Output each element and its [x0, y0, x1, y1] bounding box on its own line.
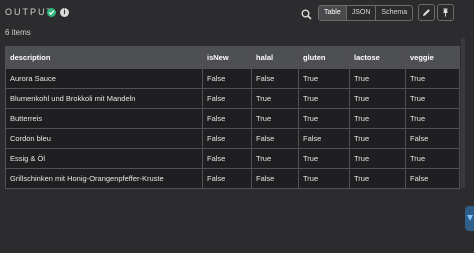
panel-drag-handle[interactable]	[465, 206, 474, 231]
cell-veggie: False	[405, 168, 460, 189]
cell-lactose: True	[349, 108, 406, 129]
info-icon[interactable]: i	[60, 8, 69, 17]
cell-halal: True	[251, 148, 299, 169]
cell-veggie: False	[405, 128, 460, 149]
cell-veggie: True	[405, 68, 460, 89]
table-row: Grillschinken mit Honig-Orangenpfeffer-K…	[5, 168, 460, 189]
cell-description: Butterreis	[5, 108, 203, 129]
cell-gluten: True	[298, 88, 350, 109]
cell-description: Aurora Sauce	[5, 68, 203, 89]
table-row: Aurora Sauce False False True True True	[5, 68, 460, 89]
output-table: description isNew halal gluten lactose v…	[5, 46, 460, 189]
tab-schema[interactable]: Schema	[375, 6, 412, 20]
column-header-description[interactable]: description	[5, 46, 203, 69]
cell-gluten: True	[298, 108, 350, 129]
column-header-lactose[interactable]: lactose	[349, 46, 406, 69]
cell-lactose: True	[349, 128, 406, 149]
cell-gluten: True	[298, 168, 350, 189]
cell-description: Blumenkohl und Brokkoli mit Mandeln	[5, 88, 203, 109]
cell-lactose: True	[349, 168, 406, 189]
edit-button[interactable]	[418, 4, 435, 21]
table-header-row: description isNew halal gluten lactose v…	[5, 46, 460, 69]
tab-json[interactable]: JSON	[345, 6, 376, 20]
cell-description: Essig & Öl	[5, 148, 203, 169]
cell-lactose: True	[349, 148, 406, 169]
cell-lactose: True	[349, 68, 406, 89]
cell-isnew: False	[202, 148, 252, 169]
view-mode-toggle: Table JSON Schema	[318, 5, 414, 21]
arrow-down-icon	[467, 215, 473, 221]
pin-icon	[443, 8, 448, 17]
cell-halal: False	[251, 168, 299, 189]
cell-isnew: False	[202, 68, 252, 89]
table-row: Blumenkohl und Brokkoli mit Mandeln Fals…	[5, 88, 460, 109]
cell-gluten: True	[298, 68, 350, 89]
cell-gluten: True	[298, 148, 350, 169]
table-row: Cordon bleu False False False True False	[5, 128, 460, 149]
cell-isnew: False	[202, 168, 252, 189]
column-header-veggie[interactable]: veggie	[405, 46, 460, 69]
cell-veggie: True	[405, 148, 460, 169]
cell-lactose: True	[349, 88, 406, 109]
check-circle-icon	[47, 8, 56, 17]
table-row: Essig & Öl False True True True True	[5, 148, 460, 169]
cell-isnew: False	[202, 128, 252, 149]
column-header-halal[interactable]: halal	[251, 46, 299, 69]
cell-description: Grillschinken mit Honig-Orangenpfeffer-K…	[5, 168, 203, 189]
cell-halal: True	[251, 88, 299, 109]
tab-table[interactable]: Table	[319, 6, 346, 20]
search-icon[interactable]	[301, 7, 312, 20]
cell-gluten: False	[298, 128, 350, 149]
cell-halal: False	[251, 128, 299, 149]
vertical-scrollbar[interactable]	[461, 38, 465, 188]
column-header-gluten[interactable]: gluten	[298, 46, 350, 69]
column-header-isnew[interactable]: isNew	[202, 46, 252, 69]
cell-veggie: True	[405, 108, 460, 129]
pencil-icon	[423, 9, 430, 16]
output-header: OUTPUT i Table JSON Schema	[0, 0, 474, 26]
item-count: 6 items	[5, 28, 31, 37]
pin-button[interactable]	[437, 4, 454, 21]
cell-halal: False	[251, 68, 299, 89]
cell-veggie: True	[405, 88, 460, 109]
cell-isnew: False	[202, 108, 252, 129]
table-row: Butterreis False True True True True	[5, 108, 460, 129]
cell-halal: True	[251, 108, 299, 129]
cell-description: Cordon bleu	[5, 128, 203, 149]
cell-isnew: False	[202, 88, 252, 109]
